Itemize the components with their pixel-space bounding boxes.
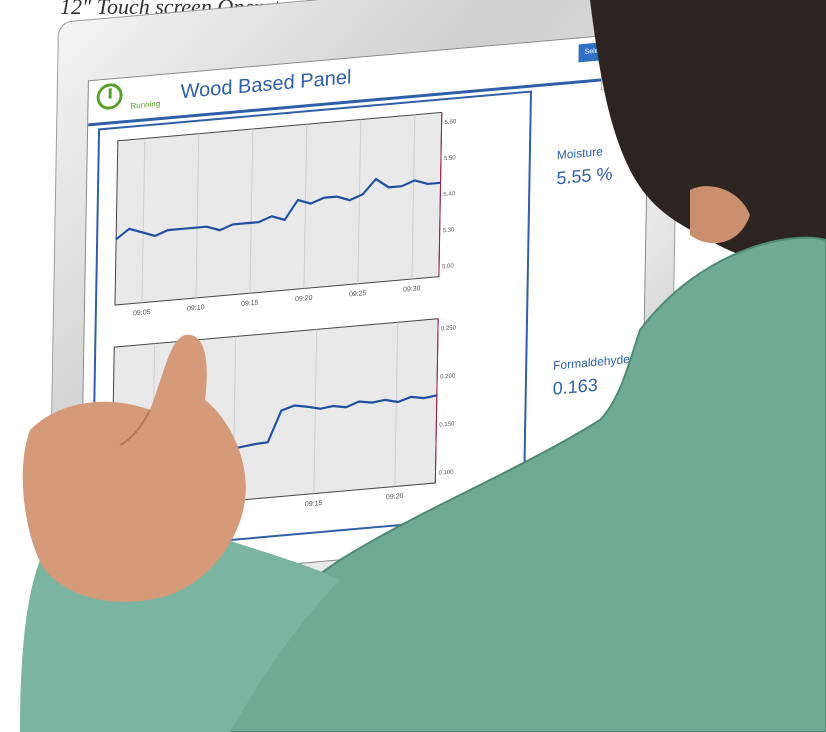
x-tick-label: 09:20 [295,295,313,304]
formaldehyde-chart: 09:05 09:10 09:15 09:20 0.250 0.200 0.150 0.100 [105,311,458,532]
x-tick-label: 09:05 [133,309,151,318]
y-tick-label: 5.00 [442,263,454,270]
x-tick-label: 09:25 [349,290,367,299]
y-tick-label: 5.50 [444,155,456,162]
formaldehyde-value: 0.163 [552,374,598,399]
moisture-label: Moisture [556,144,603,163]
touch-screen: Running Wood Based Panel Select prof 30 … [79,31,650,584]
y-tick-label: 0.250 [441,325,457,332]
formaldehyde-label: Formaldehyde E [553,350,642,373]
running-status-icon [96,82,123,111]
plot-area [114,111,443,306]
x-tick-label: 09:10 [187,304,205,313]
moisture-value: 5.55 % [556,163,613,189]
updated-text: Last updated: 9:33:12 AM [150,548,208,560]
y-tick-label: 0.100 [438,469,454,476]
y-tick-label: 5.60 [445,119,457,126]
x-tick-label: 09:10 [224,507,242,516]
y-tick-label: 5.30 [443,227,455,234]
moisture-chart-svg: 09:05 09:10 09:15 09:20 09:25 09:30 5.60 5.50 5.… [114,111,457,318]
x-tick-label: 09:05 [143,514,161,523]
select-profile-button[interactable]: Select prof [578,38,649,63]
x-tick-label: 09:15 [305,500,323,509]
x-tick-label: 09:15 [241,299,259,308]
x-tick-label: 09:20 [386,493,404,502]
charts-panel: 09:05 09:10 09:15 09:20 09:25 09:30 5.60 5.50 5.… [90,90,533,554]
y-tick-label: 0.150 [439,421,455,428]
x-tick-label: 09:30 [403,285,421,294]
formaldehyde-chart-svg: 09:05 09:10 09:15 09:20 0.250 0.200 0.150 0.100 [110,318,457,523]
y-tick-label: 0.200 [440,373,456,380]
status-text: Running [130,99,161,111]
plot-area [110,318,439,512]
y-tick-label: 5.40 [443,191,455,198]
moisture-chart: 09:05 09:10 09:15 09:20 09:25 09:30 5.60 5.50 5.… [109,105,462,326]
page-title: Wood Based Panel [180,66,352,104]
monitor-bezel: Running Wood Based Panel Select prof 30 … [47,0,680,615]
